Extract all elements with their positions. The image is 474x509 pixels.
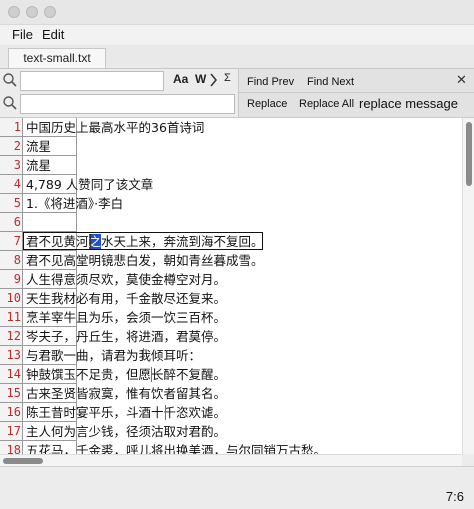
word-options-icon[interactable] [209, 72, 221, 92]
text-caret [90, 234, 91, 249]
editor-line[interactable]: 11 烹羊宰牛且为乐，会须一饮三百杯。 [0, 308, 460, 327]
line-number: 1 [13, 120, 21, 134]
editor-window: File Edit text-small.txt Aa W Σ Find Pre… [0, 0, 474, 509]
replace-input[interactable] [20, 94, 235, 114]
line-number: 4 [13, 177, 21, 191]
line-number: 2 [13, 139, 21, 153]
vertical-scroll-thumb[interactable] [466, 122, 472, 186]
editor-line[interactable]: 9 人生得意须尽欢，莫使金樽空对月。 [0, 270, 460, 289]
editor-line[interactable]: 5 1.《将进酒》·李白 [0, 194, 460, 213]
minimize-window-button[interactable] [26, 6, 38, 18]
line-text: 人生得意须尽欢，莫使金樽空对月。 [26, 272, 227, 287]
editor-line[interactable]: 17 主人何为言少钱，径须沽取对君酌。 [0, 422, 460, 441]
status-bar: 7:6 [0, 466, 474, 509]
line-text: 4,789 人赞同了该文章 [26, 177, 154, 192]
cursor-position: 7:6 [445, 489, 464, 504]
vertical-scrollbar[interactable] [462, 118, 474, 454]
editor-line[interactable]: 10 天生我材必有用，千金散尽还复来。 [0, 289, 460, 308]
line-text: 与君歌一曲，请君为我倾耳听： [26, 348, 202, 363]
editor-line[interactable]: 2 流星 [0, 137, 460, 156]
replace-search-icon [2, 95, 18, 111]
line-text: 1.《将进酒》·李白 [26, 196, 124, 211]
close-window-button[interactable] [8, 6, 20, 18]
line-text: 钟鼓馔玉不足贵，但愿长醉不复醒。 [26, 367, 227, 382]
line-text: 古来圣贤皆寂寞，惟有饮者留其名。 [26, 386, 227, 401]
current-line-highlight [23, 232, 263, 250]
replace-row [0, 93, 237, 115]
divider [239, 92, 474, 93]
find-replace-panel: Aa W Σ Find Prev Find Next ✕ Replace Rep… [0, 69, 474, 118]
line-number: 10 [6, 291, 21, 305]
find-next-button[interactable]: Find Next [307, 76, 354, 88]
line-number: 18 [6, 443, 21, 454]
editor-line[interactable]: 16 陈王昔时宴平乐，斗酒十千恣欢谑。 [0, 403, 460, 422]
match-case-toggle[interactable]: Aa [173, 72, 188, 86]
line-number: 3 [13, 158, 21, 172]
line-number: 7 [13, 234, 21, 248]
editor-line[interactable]: 4 4,789 人赞同了该文章 [0, 175, 460, 194]
editor-line[interactable]: 13 与君歌一曲，请君为我倾耳听： [0, 346, 460, 365]
menu-file[interactable]: File [12, 27, 33, 42]
line-text: 岑夫子，丹丘生，将进酒，君莫停。 [26, 329, 227, 344]
regex-toggle[interactable]: Σ [224, 72, 231, 84]
replace-message: replace message [359, 96, 458, 111]
replace-all-button[interactable]: Replace All [299, 98, 354, 110]
line-number: 6 [13, 215, 21, 229]
line-number: 13 [6, 348, 21, 362]
text-editor[interactable]: 1 中国历史上最高水平的36首诗词 2 流星 3 流星 4 4,789 人赞同了该文章 5 1.《… [0, 118, 462, 454]
find-input[interactable] [20, 71, 164, 91]
horizontal-scroll-thumb[interactable] [3, 458, 43, 464]
editor-line[interactable]: 1 中国历史上最高水平的36首诗词 [0, 118, 460, 137]
line-text: 烹羊宰牛且为乐，会须一饮三百杯。 [26, 310, 227, 325]
close-find-button[interactable]: ✕ [456, 73, 467, 88]
tab-bar: text-small.txt [0, 45, 474, 69]
line-text: 君不见高堂明镜悲白发，朝如青丝暮成雪。 [26, 253, 264, 268]
line-number: 9 [13, 272, 21, 286]
find-prev-button[interactable]: Find Prev [247, 76, 294, 88]
editor-line[interactable]: 8 君不见高堂明镜悲白发，朝如青丝暮成雪。 [0, 251, 460, 270]
editor-line[interactable]: 15 古来圣贤皆寂寞，惟有饮者留其名。 [0, 384, 460, 403]
whole-word-toggle[interactable]: W [195, 72, 206, 86]
menu-edit[interactable]: Edit [42, 27, 64, 42]
find-row: Aa W Σ [0, 70, 237, 92]
editor-line[interactable]: 6 [0, 213, 460, 232]
replace-button[interactable]: Replace [247, 98, 287, 110]
editor-line[interactable]: 3 流星 [0, 156, 460, 175]
line-number: 11 [6, 310, 21, 324]
line-number: 14 [6, 367, 21, 381]
line-text: 流星 [26, 139, 52, 154]
menu-bar: File Edit [0, 25, 474, 45]
line-number: 8 [13, 253, 21, 267]
line-number: 17 [6, 424, 21, 438]
secondary-caret [165, 405, 166, 420]
editor-line[interactable]: 18 五花马，千金裘，呼儿将出换美酒，与尔同销万古愁。 [0, 441, 460, 454]
tab-text-small[interactable]: text-small.txt [8, 48, 106, 68]
line-number: 5 [13, 196, 21, 210]
editor-line[interactable]: 12 岑夫子，丹丘生，将进酒，君莫停。 [0, 327, 460, 346]
horizontal-scrollbar[interactable] [0, 454, 462, 466]
line-text: 五花马，千金裘，呼儿将出换美酒，与尔同销万古愁。 [26, 443, 327, 454]
line-text: 天生我材必有用，千金散尽还复来。 [26, 291, 227, 306]
line-text: 陈王昔时宴平乐，斗酒十千恣欢谑。 [26, 405, 227, 420]
line-number: 16 [6, 405, 21, 419]
find-replace-actions: Find Prev Find Next ✕ Replace Replace Al… [238, 69, 474, 117]
line-number: 12 [6, 329, 21, 343]
line-text: 主人何为言少钱，径须沽取对君酌。 [26, 424, 227, 439]
title-bar [0, 0, 474, 25]
line-text: 流星 [26, 158, 52, 173]
editor-line[interactable]: 14 钟鼓馔玉不足贵，但愿长醉不复醒。 [0, 365, 460, 384]
zoom-window-button[interactable] [44, 6, 56, 18]
line-text: 中国历史上最高水平的36首诗词 [26, 120, 205, 135]
line-number: 15 [6, 386, 21, 400]
secondary-caret [151, 367, 152, 382]
secondary-caret [143, 348, 144, 360]
search-icon [2, 72, 18, 88]
